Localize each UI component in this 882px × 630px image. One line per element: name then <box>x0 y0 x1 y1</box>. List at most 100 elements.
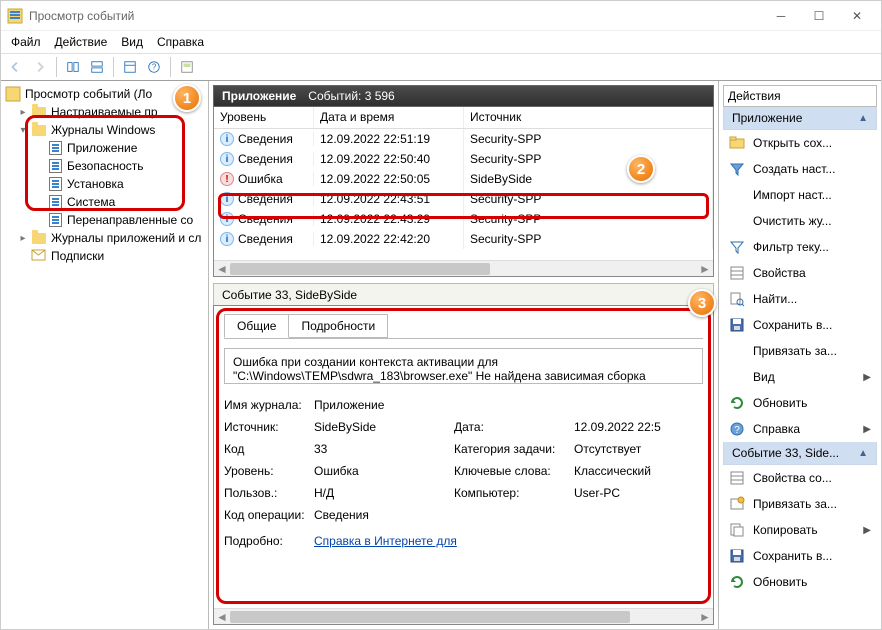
annotation-marker-2: 2 <box>627 155 655 183</box>
forward-button[interactable] <box>29 56 51 78</box>
tree-app-logs[interactable]: ▸ Журналы приложений и сл <box>3 229 208 247</box>
find-icon <box>729 291 745 307</box>
attach-icon <box>729 496 745 512</box>
tree-item-system[interactable]: Система <box>3 193 208 211</box>
window-title: Просмотр событий <box>29 9 134 23</box>
filter2-icon <box>729 239 745 255</box>
help-link[interactable]: Справка в Интернете для <box>314 534 457 548</box>
actions-app-item-3[interactable]: Очистить жу... <box>723 208 877 234</box>
actions-app-item-0[interactable]: Открыть сох... <box>723 130 877 156</box>
actions-app-item-8[interactable]: Привязать за... <box>723 338 877 364</box>
actions-evt-item-1[interactable]: Привязать за... <box>723 491 877 517</box>
chevron-right-icon: ▶ <box>863 372 871 383</box>
blank-icon <box>729 187 745 203</box>
copy-icon <box>729 522 745 538</box>
table-row[interactable]: iСведения12.09.2022 22:42:20Security-SPP <box>214 229 713 249</box>
svg-text:?: ? <box>152 63 157 72</box>
app-icon <box>7 8 23 24</box>
blank-icon <box>729 213 745 229</box>
info-icon: i <box>220 232 234 246</box>
folder-icon <box>729 135 745 151</box>
chevron-right-icon: ▶ <box>863 525 871 536</box>
menu-action[interactable]: Действие <box>49 33 114 51</box>
actions-app-item-9[interactable]: Вид▶ <box>723 364 877 390</box>
actions-app-item-4[interactable]: Фильтр теку... <box>723 234 877 260</box>
detail-header: Событие 33, SideBySide × <box>213 283 714 305</box>
col-datetime[interactable]: Дата и время <box>314 107 464 128</box>
tree-pane: Просмотр событий (Ло ▸ Настраиваемые пр … <box>1 81 209 629</box>
table-row[interactable]: iСведения12.09.2022 22:43:51Security-SPP <box>214 189 713 209</box>
svg-text:?: ? <box>734 425 740 436</box>
h-scrollbar[interactable]: ◄► <box>214 260 713 276</box>
maximize-button[interactable]: ☐ <box>801 4 837 28</box>
minimize-button[interactable]: ─ <box>763 4 799 28</box>
tree-item-security[interactable]: Безопасность <box>3 157 208 175</box>
refresh-icon <box>729 574 745 590</box>
menu-help[interactable]: Справка <box>151 33 210 51</box>
column-headers[interactable]: Уровень Дата и время Источник <box>214 107 713 129</box>
actions-evt-item-4[interactable]: Обновить <box>723 569 877 595</box>
blank-icon <box>729 343 745 359</box>
toolbar-btn-2[interactable] <box>86 56 108 78</box>
info-icon: i <box>220 192 234 206</box>
close-button[interactable]: ✕ <box>839 4 875 28</box>
actions-evt-item-2[interactable]: Копировать▶ <box>723 517 877 543</box>
title-bar: Просмотр событий ─ ☐ ✕ <box>1 1 881 31</box>
save-icon <box>729 317 745 333</box>
actions-evt-item-3[interactable]: Сохранить в... <box>723 543 877 569</box>
menu-view[interactable]: Вид <box>115 33 149 51</box>
tree-windows-logs[interactable]: ▾ Журналы Windows <box>3 121 208 139</box>
actions-pane: Действия Приложение▲ Открыть сох...Созда… <box>719 81 881 629</box>
filter-icon <box>729 161 745 177</box>
col-level[interactable]: Уровень <box>214 107 314 128</box>
props-icon <box>729 470 745 486</box>
event-message: Ошибка при создании контекста активации … <box>224 348 703 384</box>
tree-item-application[interactable]: Приложение <box>3 139 208 157</box>
center-pane: Приложение Событий: 3 596 Уровень Дата и… <box>209 81 719 629</box>
tab-details[interactable]: Подробности <box>288 314 388 338</box>
actions-evt-item-0[interactable]: Свойства со... <box>723 465 877 491</box>
annotation-marker-3: 3 <box>688 289 716 317</box>
toolbar: ? <box>1 53 881 81</box>
blank-icon <box>729 369 745 385</box>
detail-panel: Общие Подробности Ошибка при создании ко… <box>213 305 714 625</box>
help-icon: ? <box>729 421 745 437</box>
events-header: Приложение Событий: 3 596 <box>213 85 714 107</box>
actions-section-event[interactable]: Событие 33, Side...▲ <box>723 442 877 465</box>
error-icon: ! <box>220 172 234 186</box>
toolbar-help-button[interactable]: ? <box>143 56 165 78</box>
actions-app-item-6[interactable]: Найти... <box>723 286 877 312</box>
tab-general[interactable]: Общие <box>224 314 289 338</box>
actions-app-item-1[interactable]: Создать наст... <box>723 156 877 182</box>
actions-app-item-5[interactable]: Свойства <box>723 260 877 286</box>
actions-section-app[interactable]: Приложение▲ <box>723 107 877 130</box>
toolbar-btn-1[interactable] <box>62 56 84 78</box>
actions-app-item-11[interactable]: ?Справка▶ <box>723 416 877 442</box>
col-source[interactable]: Источник <box>464 107 713 128</box>
annotation-marker-1: 1 <box>173 84 201 112</box>
props-icon <box>729 265 745 281</box>
chevron-right-icon: ▶ <box>863 424 871 435</box>
table-row[interactable]: iСведения12.09.2022 22:51:19Security-SPP <box>214 129 713 149</box>
detail-h-scrollbar[interactable]: ◄► <box>214 608 713 624</box>
table-row[interactable]: iСведения12.09.2022 22:43:29Security-SPP <box>214 209 713 229</box>
tree-item-setup[interactable]: Установка <box>3 175 208 193</box>
info-icon: i <box>220 132 234 146</box>
events-list[interactable]: Уровень Дата и время Источник iСведения1… <box>213 107 714 277</box>
info-icon: i <box>220 212 234 226</box>
save-icon <box>729 548 745 564</box>
menu-bar: Файл Действие Вид Справка <box>1 31 881 53</box>
toolbar-btn-3[interactable] <box>119 56 141 78</box>
actions-app-item-7[interactable]: Сохранить в... <box>723 312 877 338</box>
info-icon: i <box>220 152 234 166</box>
actions-app-item-2[interactable]: Импорт наст... <box>723 182 877 208</box>
actions-title: Действия <box>723 85 877 107</box>
back-button[interactable] <box>5 56 27 78</box>
toolbar-btn-5[interactable] <box>176 56 198 78</box>
tree-item-forwarded[interactable]: Перенаправленные сo <box>3 211 208 229</box>
actions-app-item-10[interactable]: Обновить <box>723 390 877 416</box>
menu-file[interactable]: Файл <box>5 33 47 51</box>
event-props: Имя журнала:ПриложениеИсточник:SideBySid… <box>224 394 703 526</box>
refresh-icon <box>729 395 745 411</box>
tree-subscriptions[interactable]: Подписки <box>3 247 208 265</box>
